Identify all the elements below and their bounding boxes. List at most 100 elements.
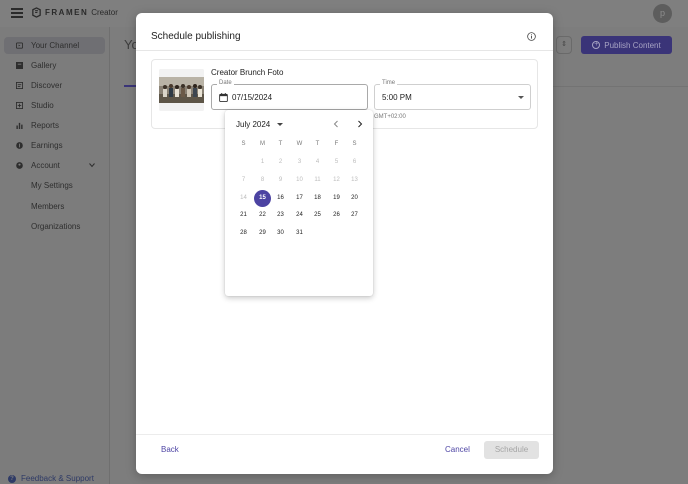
filter-chip[interactable]: ⇕ [556,36,572,54]
dialog-header-divider [136,50,553,51]
calendar-icon[interactable] [219,93,228,102]
calendar-day: 1 [260,159,265,165]
time-select[interactable]: Time 5:00 PM [374,80,531,110]
weekday-header: M [260,141,265,147]
publish-content-button[interactable]: + Publish Content [581,36,672,54]
date-picker-popup: July 2024 S M T W T F S 1 2 3 4 5 6 7 8 9 10 11 12 13 14 15 16… [225,110,373,296]
sidebar-item-organizations[interactable]: Organizations [4,218,105,235]
publish-content-label: Publish Content [604,40,661,50]
chevron-left-icon[interactable] [332,120,340,128]
calendar-day[interactable]: 21 [235,207,252,224]
sidebar-item-label: Account [31,161,60,170]
sidebar-item-label: Earnings [31,141,63,150]
calendar-day[interactable]: 20 [346,190,363,207]
date-field-label: Date [217,80,234,86]
sidebar-item-gallery[interactable]: Gallery [4,57,105,74]
calendar-day: 12 [333,176,340,183]
calendar-day: 9 [278,176,283,183]
time-value: 5:00 PM [382,93,412,102]
calendar-day: 2 [278,159,283,165]
sidebar-item-my-settings[interactable]: My Settings [4,177,105,194]
weekday-header: S [241,141,246,147]
calendar-day: 11 [314,176,321,183]
sidebar-item-label: Discover [31,81,63,90]
sidebar-item-discover[interactable]: Discover [4,77,105,94]
framen-logo-icon [32,7,41,18]
feedback-label: Feedback & Support [21,474,94,483]
calendar-day[interactable]: 16 [272,190,289,207]
sidebar-item-label: Members [31,202,65,211]
content-title: Creator Brunch Foto [211,68,284,77]
calendar-day[interactable]: 19 [328,190,345,207]
cancel-button[interactable]: Cancel [445,445,470,454]
back-button[interactable]: Back [161,445,179,454]
date-input[interactable]: Date 07/15/2024 [211,80,368,110]
month-year-label: July 2024 [236,120,271,129]
sidebar-item-studio[interactable]: Studio [4,97,105,114]
timezone-label: GMT+02:00 [374,114,406,120]
calendar-day: 7 [241,176,246,183]
brand-name: FRAMEN [45,8,89,17]
calendar-day: 10 [296,176,303,183]
avatar[interactable]: p [653,4,672,23]
earnings-icon [16,142,23,149]
calendar-day: 5 [334,159,339,165]
sidebar: Your Channel Gallery Discover Studio Rep… [0,27,110,484]
weekday-header: T [315,141,320,147]
sidebar-item-reports[interactable]: Reports [4,117,105,134]
dialog-title: Schedule publishing [151,31,241,42]
feedback-support-link[interactable]: ? Feedback & Support [8,474,94,483]
chevron-right-icon[interactable] [356,120,364,128]
help-icon: ? [8,474,16,483]
discover-icon [16,82,23,89]
weekday-header: S [352,141,357,147]
calendar-day[interactable]: 18 [309,190,326,207]
sidebar-item-account[interactable]: Account [4,157,105,174]
app-logo[interactable]: FRAMEN Creator [31,7,118,18]
calendar-day[interactable]: 17 [291,190,308,207]
calendar-day[interactable]: 28 [235,225,252,242]
dialog-footer-divider [136,434,553,435]
calendar-day[interactable]: 30 [272,225,289,242]
active-tab-indicator [124,85,136,87]
calendar-day: 3 [297,159,302,165]
plus-icon: + [592,41,601,49]
calendar-day[interactable]: 31 [291,225,308,242]
weekday-header: F [334,141,339,147]
calendar-day[interactable]: 24 [291,207,308,224]
sidebar-item-your-channel[interactable]: Your Channel [4,37,105,54]
content-thumbnail [159,69,204,111]
sidebar-item-members[interactable]: Members [4,198,105,215]
calendar-day: 6 [352,159,357,165]
sidebar-item-label: Gallery [31,61,57,70]
year-dropdown-icon [277,123,284,126]
channel-icon [16,42,23,49]
weekday-header: T [278,141,283,147]
info-icon[interactable] [527,32,536,41]
sidebar-item-label: Your Channel [31,41,80,50]
schedule-button[interactable]: Schedule [484,441,539,459]
studio-icon [16,102,23,109]
calendar-day[interactable]: 29 [254,225,271,242]
calendar-day: 13 [351,176,358,183]
calendar-day[interactable]: 22 [254,207,271,224]
month-year-selector[interactable]: July 2024 [236,120,284,129]
selected-day[interactable]: 15 [254,189,271,207]
menu-icon[interactable] [11,8,23,18]
calendar-day[interactable]: 27 [346,207,363,224]
sidebar-item-label: Reports [31,121,60,130]
weekday-header: W [296,141,303,147]
sidebar-item-earnings[interactable]: Earnings [4,137,105,154]
calendar-day[interactable]: 26 [328,207,345,224]
date-value: 07/15/2024 [232,93,273,102]
calendar-day: 4 [315,159,320,165]
reports-icon [16,122,23,129]
time-field-label: Time [380,80,398,86]
calendar-day: 14 [240,194,247,201]
sidebar-item-label: My Settings [31,181,73,190]
calendar-day[interactable]: 23 [272,207,289,224]
gallery-icon [16,62,23,69]
chevron-down-icon [89,163,95,168]
calendar-day[interactable]: 25 [309,207,326,224]
dropdown-caret-icon [518,96,524,99]
